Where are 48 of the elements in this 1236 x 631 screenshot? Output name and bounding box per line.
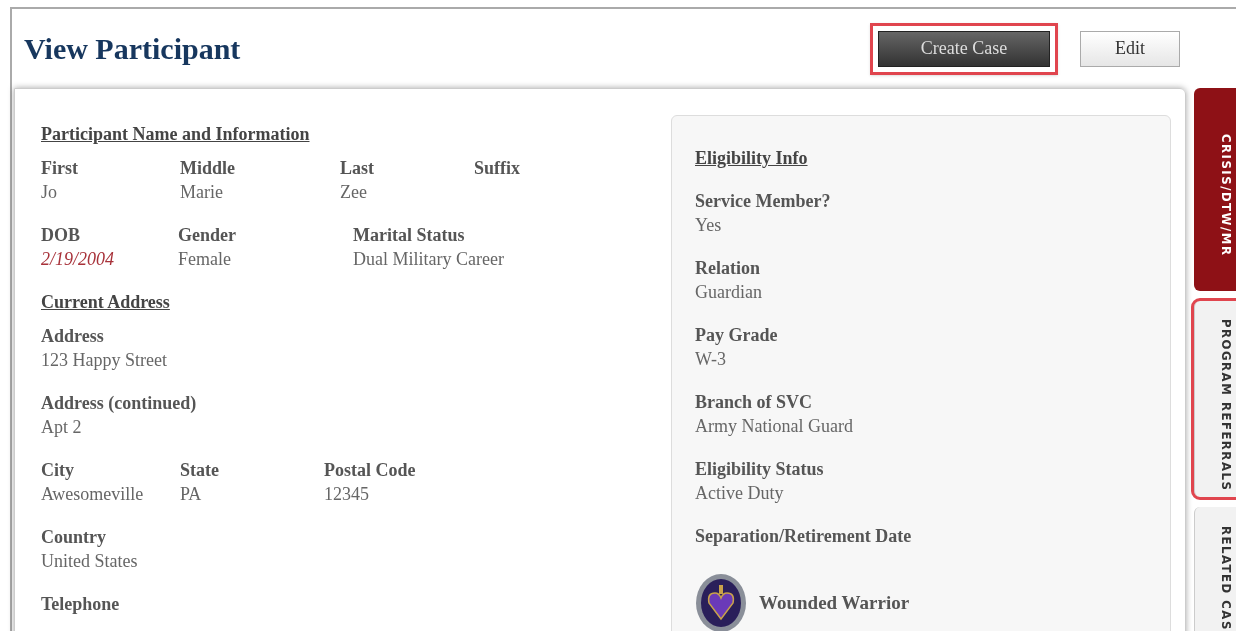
field-label: Pay Grade [695,324,779,347]
section-heading: Participant Name and Information [41,123,311,146]
field-label: Service Member? [695,190,832,213]
field-value: Active Duty [695,482,785,505]
field-label: Last [340,157,375,180]
field-value: Female [178,248,232,271]
field-label: Marital Status [353,224,466,247]
field-label: DOB [41,224,81,247]
heart-medal-icon [695,573,747,631]
field-value: 123 Happy Street [41,349,167,372]
field-label: Relation [695,257,761,280]
badge-label: Wounded Warrior [759,590,910,615]
field-value: United States [41,550,138,573]
field-value: 12345 [324,483,370,506]
field-label: Branch of SVC [695,391,813,414]
field-value: Yes [695,214,723,237]
field-label: Eligibility Status [695,458,825,481]
field-value: 2/19/2004 [41,248,115,271]
field-label: First [41,157,79,180]
field-value: Guardian [695,281,763,304]
field-label: Postal Code [324,459,416,482]
field-value: Dual Military Career [353,248,504,271]
section-heading: Current Address [41,291,171,314]
field-label: Address [41,325,105,348]
field-value: Marie [180,181,224,204]
side-tab[interactable]: CRISIS/DTW/MR [1194,88,1236,291]
field-label: State [180,459,220,482]
field-value: Army National Guard [695,415,854,438]
field-label: Middle [180,157,236,180]
field-value: PA [180,483,203,506]
create-button[interactable]: Create Case [878,30,1050,67]
field-label: Telephone [41,593,120,616]
field-label: Gender [178,224,237,247]
edit-button[interactable]: Edit [1080,30,1180,67]
page-title: View Participant [24,31,241,67]
section-heading: Eligibility Info [695,147,809,170]
field-label: Suffix [474,157,520,180]
field-value: W-3 [695,348,727,371]
field-label: Country [41,526,107,549]
side-tab[interactable]: RELATED CAS [1194,507,1236,631]
side-tab[interactable]: PROGRAM REFERRALS [1194,301,1236,497]
field-label: City [41,459,75,482]
field-value: Zee [340,181,368,204]
field-value: Jo [41,181,58,204]
field-value: Apt 2 [41,416,83,439]
field-label: Address (continued) [41,392,197,415]
field-label: Separation/Retirement Date [695,525,913,548]
field-value: Awesomeville [41,483,145,506]
